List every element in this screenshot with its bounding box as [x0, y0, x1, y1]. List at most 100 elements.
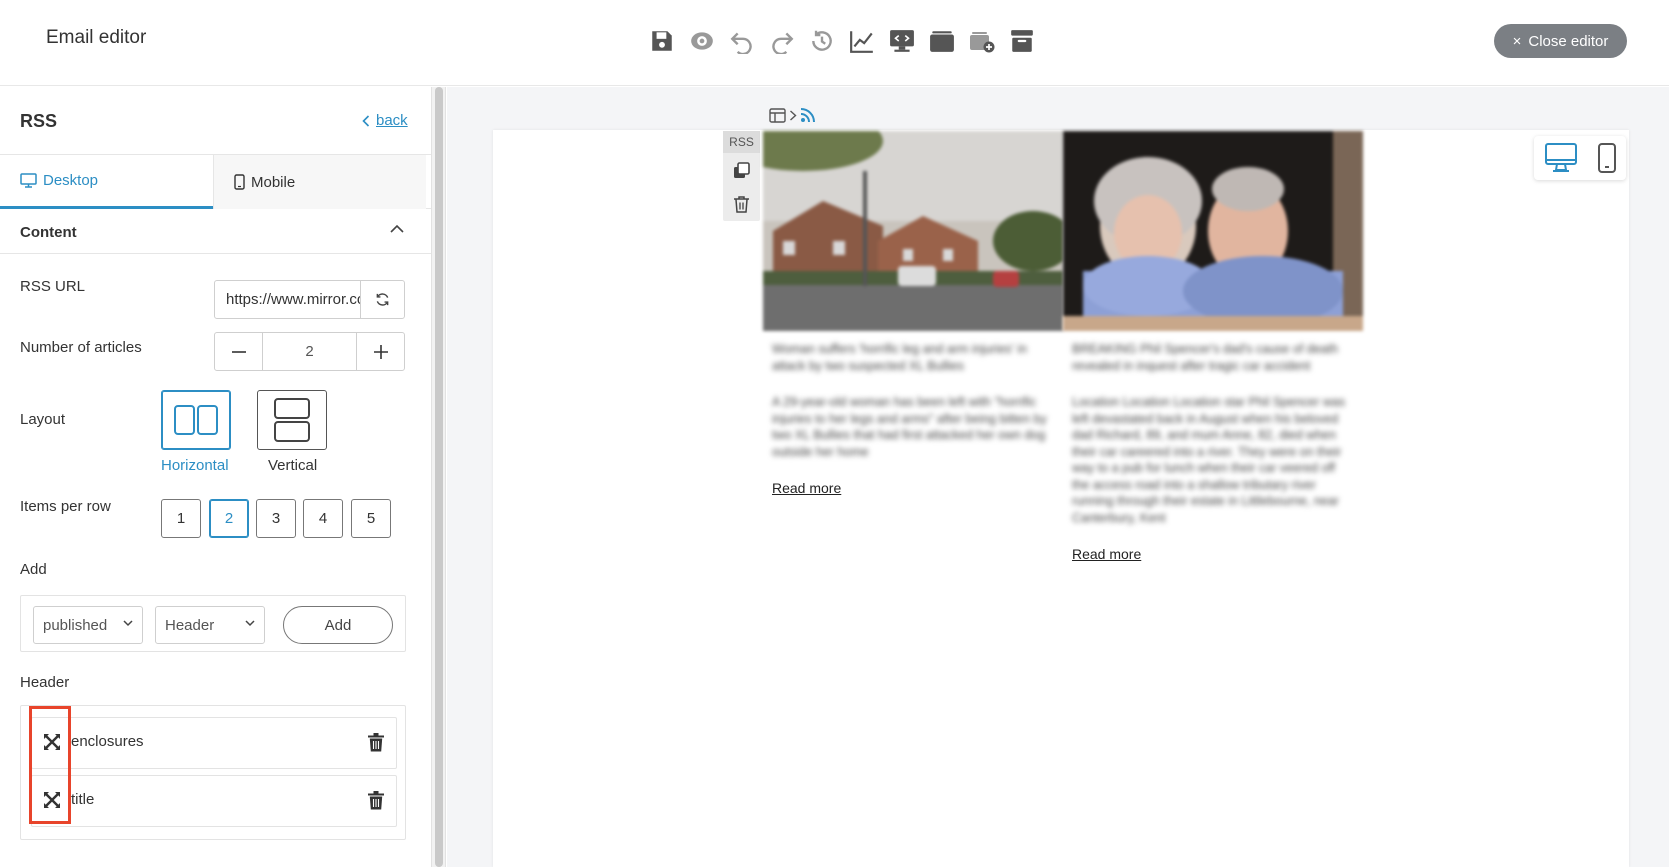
layout-vertical-label: Vertical	[268, 457, 318, 474]
vertical-layout-icon	[274, 398, 310, 442]
block-toolbar: RSS	[723, 131, 760, 221]
chevron-down-icon	[123, 620, 133, 627]
add-template-icon[interactable]	[962, 24, 1002, 58]
desktop-view-button[interactable]	[1544, 143, 1577, 173]
layout-label: Layout	[20, 411, 66, 428]
article-title: BREAKING Phil Spencer's dad's cause of d…	[1072, 342, 1339, 373]
items-per-row-1[interactable]: 1	[161, 499, 201, 538]
trash-icon[interactable]	[368, 733, 384, 752]
rss-url-field	[214, 280, 405, 319]
redo-icon[interactable]	[762, 24, 802, 58]
top-bar: Email editor × Close editor	[0, 0, 1669, 86]
layout-block-icon[interactable]	[769, 107, 786, 123]
articles-value[interactable]: 2	[262, 333, 357, 370]
items-per-row-2[interactable]: 2	[209, 499, 249, 538]
increment-button[interactable]	[357, 333, 404, 370]
layout-vertical-option[interactable]	[257, 390, 327, 450]
template-box-icon[interactable]	[922, 24, 962, 58]
desktop-preview-icon[interactable]	[882, 24, 922, 58]
article-item: BREAKING Phil Spencer's dad's cause of d…	[1072, 341, 1352, 564]
desktop-icon	[1544, 143, 1577, 172]
add-field-button[interactable]: Add	[283, 606, 393, 644]
undo-icon[interactable]	[722, 24, 762, 58]
status-select[interactable]: published	[33, 606, 143, 644]
preview-icon[interactable]	[682, 24, 722, 58]
editor-toolbar	[642, 24, 1042, 58]
article-description: A 29-year-old woman has been left with "…	[772, 395, 1047, 459]
settings-panel: RSS back Desktop Mobile Content RSS URL …	[0, 87, 432, 867]
save-icon[interactable]	[642, 24, 682, 58]
section-select[interactable]: Header	[155, 606, 265, 644]
mobile-icon	[234, 174, 245, 190]
content-section-label: Content	[20, 224, 77, 241]
read-more-link[interactable]: Read more	[772, 480, 841, 496]
mobile-view-button[interactable]	[1597, 143, 1616, 173]
header-field-row: title	[31, 775, 397, 827]
rss-icon[interactable]	[800, 107, 816, 123]
back-link[interactable]: back	[362, 112, 408, 129]
rss-block[interactable]: Woman suffers 'horrific leg and arm inju…	[763, 131, 1363, 591]
minus-icon	[231, 350, 246, 353]
panel-scrollbar[interactable]	[432, 87, 446, 867]
header-field-name: enclosures	[71, 733, 144, 750]
close-editor-label: Close editor	[1528, 32, 1609, 50]
read-more-link[interactable]: Read more	[1072, 546, 1141, 562]
app-title: Email editor	[46, 27, 147, 48]
refresh-icon	[376, 293, 389, 306]
layout-horizontal-option[interactable]	[161, 390, 231, 450]
chevron-up-icon[interactable]	[390, 224, 404, 233]
chevron-left-icon	[362, 114, 370, 127]
block-type-tag: RSS	[723, 131, 760, 153]
back-label: back	[376, 112, 408, 129]
section-select-value: Header	[165, 616, 215, 634]
article-description: Location Location Location star Phil Spe…	[1072, 395, 1346, 525]
store-icon[interactable]	[1002, 24, 1042, 58]
decrement-button[interactable]	[215, 333, 262, 370]
add-field-box: published Header Add	[20, 595, 406, 652]
tab-desktop[interactable]: Desktop	[0, 155, 213, 209]
history-icon[interactable]	[802, 24, 842, 58]
items-per-row-4[interactable]: 4	[303, 499, 343, 538]
header-field-name: title	[71, 791, 95, 808]
chevron-right-icon	[790, 109, 797, 121]
duplicate-icon	[734, 161, 750, 178]
header-label: Header	[20, 674, 70, 691]
device-preview-toggle	[1534, 136, 1626, 180]
items-per-row-label: Items per row	[20, 498, 111, 515]
items-per-row-5[interactable]: 5	[351, 499, 391, 538]
duplicate-button[interactable]	[723, 153, 760, 187]
header-field-row: enclosures	[31, 717, 397, 769]
block-breadcrumb	[765, 102, 820, 128]
drag-handle-icon[interactable]	[43, 791, 61, 809]
items-per-row-3[interactable]: 3	[256, 499, 296, 538]
panel-title: RSS	[20, 111, 58, 131]
articles-label: Number of articles	[20, 339, 142, 356]
delete-block-button[interactable]	[723, 187, 760, 221]
plus-icon	[373, 344, 388, 359]
chevron-down-icon	[245, 620, 255, 627]
analytics-icon[interactable]	[842, 24, 882, 58]
layout-horizontal-label: Horizontal	[161, 457, 229, 474]
article-image	[1063, 131, 1363, 331]
content-section-header[interactable]: Content	[0, 210, 431, 254]
trash-icon[interactable]	[368, 791, 384, 810]
status-select-value: published	[43, 616, 108, 634]
close-editor-button[interactable]: × Close editor	[1494, 24, 1627, 58]
rss-url-input[interactable]	[215, 281, 360, 318]
add-label: Add	[20, 561, 47, 578]
refresh-button[interactable]	[360, 281, 404, 318]
desktop-icon	[20, 173, 37, 188]
drag-handle-icon[interactable]	[43, 733, 61, 751]
article-title: Woman suffers 'horrific leg and arm inju…	[772, 342, 1028, 373]
rss-url-label: RSS URL	[20, 278, 86, 295]
panel-header: RSS back	[0, 87, 431, 155]
scrollbar-thumb[interactable]	[435, 87, 443, 867]
device-tabs: Desktop Mobile	[0, 155, 431, 209]
articles-stepper: 2	[214, 332, 405, 371]
tab-mobile-label: Mobile	[251, 173, 296, 191]
horizontal-layout-icon	[174, 405, 218, 435]
header-fields-box: enclosures title	[20, 705, 406, 840]
article-item: Woman suffers 'horrific leg and arm inju…	[772, 341, 1052, 498]
tab-mobile[interactable]: Mobile	[213, 155, 426, 209]
close-icon: ×	[1512, 32, 1522, 50]
